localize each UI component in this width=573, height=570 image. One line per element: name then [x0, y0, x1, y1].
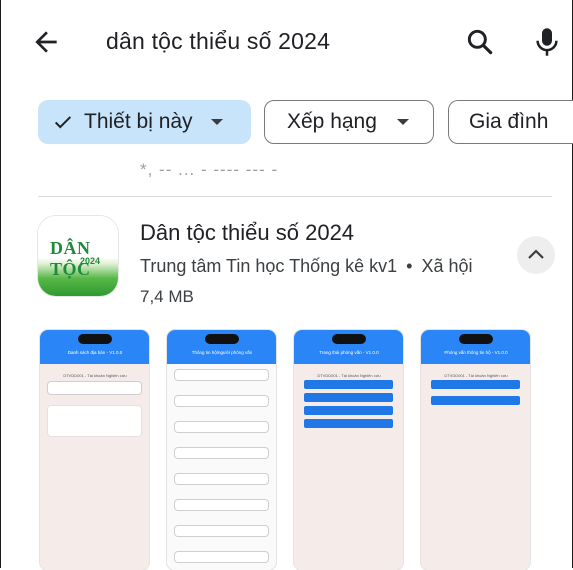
filter-chip-label: Thiết bị này [84, 110, 193, 133]
app-meta: Trung tâm Tin học Thống kê kv1 • Xã hội [140, 256, 473, 277]
screenshot-title: Phỏng vấn thông tin hộ - V1.0.0 [444, 350, 508, 355]
screenshot-subtitle: DTVDD001 - Tài khoản Nghiên cứu [444, 373, 508, 378]
meta-separator: • [406, 256, 413, 276]
search-icon[interactable] [464, 26, 496, 58]
search-query[interactable]: dân tộc thiểu số 2024 [106, 28, 330, 55]
app-screenshot-1[interactable]: Danh sách địa bàn - V1.0.0 DTVDD001 - Tà… [40, 330, 149, 570]
screenshot-title: Thông tin hộ/người phỏng vấn [191, 350, 253, 355]
check-icon [54, 116, 72, 129]
screenshot-subtitle: DTVDD001 - Tài khoản Nghiên cứu [63, 373, 127, 378]
filter-chip-row: Thiết bị này Xếp hạng Gia đình [0, 100, 573, 148]
chevron-up-icon [528, 249, 544, 259]
filter-chip-family[interactable]: Gia đình [448, 100, 573, 144]
microphone-icon[interactable] [532, 24, 562, 60]
filter-chip-label: Gia đình [469, 110, 549, 133]
previous-result-meta: *, -- ... - ---- --- - [140, 160, 279, 179]
dropdown-caret-icon [210, 119, 223, 125]
filter-chip-label: Xếp hạng [287, 110, 377, 133]
app-screenshot-2[interactable]: Thông tin hộ/người phỏng vấn [167, 330, 276, 570]
app-category: Xã hội [421, 256, 473, 276]
screenshot-carousel[interactable]: Danh sách địa bàn - V1.0.0 DTVDD001 - Tà… [40, 330, 540, 570]
search-bar: dân tộc thiểu số 2024 [0, 0, 573, 84]
app-screenshot-4[interactable]: Phỏng vấn thông tin hộ - V1.0.0 DTVDD001… [421, 330, 530, 570]
filter-chip-rating[interactable]: Xếp hạng [264, 100, 434, 144]
previous-result-peek: *, -- ... - ---- --- - [0, 150, 573, 180]
app-title[interactable]: Dân tộc thiểu số 2024 [140, 220, 354, 246]
screenshot-title: Danh sách địa bàn - V1.0.0 [67, 350, 123, 355]
app-size: 7,4 MB [140, 287, 194, 306]
dropdown-caret-icon [396, 119, 409, 125]
app-screenshot-3[interactable]: Trang thái phỏng vấn - V1.0.0 DTVDD001 -… [294, 330, 403, 570]
filter-chip-device[interactable]: Thiết bị này [38, 100, 251, 144]
app-icon[interactable]: DÂN TỘC 2024 [38, 216, 118, 296]
divider [38, 196, 552, 197]
app-developer[interactable]: Trung tâm Tin học Thống kê kv1 [140, 256, 397, 276]
screenshot-title: Trang thái phỏng vấn - V1.0.0 [319, 350, 379, 355]
screenshot-subtitle: DTVDD001 - Tài khoản Nghiên cứu [317, 373, 381, 378]
collapse-button[interactable] [517, 236, 555, 274]
arrow-back-icon[interactable] [30, 26, 62, 58]
app-icon-logo-year: 2024 [80, 256, 101, 266]
